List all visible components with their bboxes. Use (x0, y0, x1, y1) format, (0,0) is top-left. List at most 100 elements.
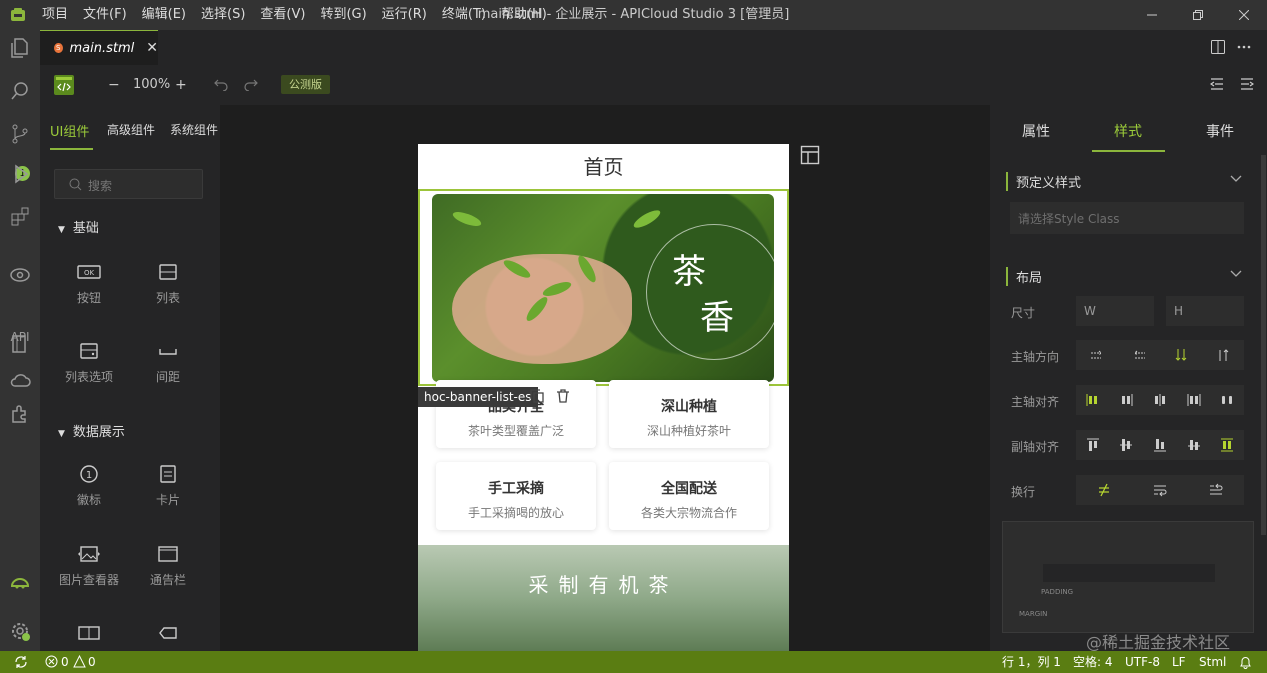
menu-item-view[interactable]: 查看(V) (260, 0, 305, 30)
align-end-icon[interactable] (1143, 430, 1177, 460)
chevron-down-icon[interactable] (1230, 173, 1242, 185)
indentation[interactable]: 空格: 4 (1073, 651, 1113, 673)
restore-button[interactable] (1175, 0, 1221, 30)
tab-advanced-components[interactable]: 高级组件 (107, 121, 155, 138)
menu-item-file[interactable]: 文件(F) (83, 0, 127, 30)
minimize-button[interactable] (1129, 0, 1175, 30)
align-stretch-icon[interactable] (1210, 430, 1244, 460)
component-spacing[interactable]: 间距 (133, 342, 203, 385)
apicloud-logo-icon (10, 7, 26, 23)
close-window-button[interactable] (1221, 0, 1267, 30)
chevron-down-icon[interactable] (1230, 268, 1242, 280)
tag-icon (156, 624, 180, 642)
justify-start-icon[interactable] (1076, 385, 1110, 415)
editor-tab-strip: S main.stml ✕ (40, 30, 1267, 65)
layout-toggle-icon[interactable] (800, 145, 820, 165)
menu-item-run[interactable]: 运行(R) (382, 0, 427, 30)
align-center-icon[interactable] (1110, 430, 1144, 460)
menu-item-edit[interactable]: 编辑(E) (142, 0, 186, 30)
main-align-buttons (1076, 385, 1244, 415)
delete-icon[interactable] (556, 389, 570, 403)
justify-center-icon[interactable] (1143, 385, 1177, 415)
undo-icon[interactable] (214, 77, 228, 91)
justify-between-icon[interactable] (1177, 385, 1211, 415)
feature-card[interactable]: 深山种植 深山种植好茶叶 (609, 380, 769, 448)
menu-item-goto[interactable]: 转到(G) (320, 0, 366, 30)
redo-icon[interactable] (244, 77, 258, 91)
direction-row-reverse-icon[interactable] (1118, 340, 1160, 370)
tab-close-icon[interactable]: ✕ (146, 40, 158, 56)
component-notice-bar[interactable]: 通告栏 (133, 545, 203, 588)
nowrap-icon[interactable] (1076, 475, 1132, 505)
height-input[interactable]: H (1166, 296, 1244, 326)
tab-main-stml[interactable]: S main.stml ✕ (40, 30, 158, 65)
align-left-panel-icon[interactable] (1210, 77, 1224, 91)
panel-scrollbar[interactable] (1261, 155, 1266, 535)
language-mode[interactable]: Stml (1199, 651, 1226, 673)
copy-icon[interactable] (530, 389, 544, 403)
more-actions-icon[interactable] (1235, 38, 1253, 56)
preview-eye-icon[interactable] (8, 263, 32, 287)
split-editor-icon[interactable] (1209, 38, 1227, 56)
direction-column-reverse-icon[interactable] (1202, 340, 1244, 370)
sync-icon[interactable] (14, 655, 28, 669)
run-debug-icon[interactable] (8, 162, 32, 186)
component-card[interactable]: 卡片 (133, 465, 203, 508)
search-icon[interactable] (8, 79, 32, 103)
feature-card[interactable]: 全国配送 各类大宗物流合作 (609, 462, 769, 530)
predefined-style-section[interactable]: 预定义样式 (1006, 172, 1081, 191)
error-count[interactable]: 0 (61, 651, 69, 673)
cursor-position[interactable]: 行 1，列 1 (1002, 651, 1061, 673)
wrap-icon[interactable] (1132, 475, 1188, 505)
justify-end-icon[interactable] (1110, 385, 1144, 415)
plugin-icon[interactable] (8, 402, 32, 426)
component-badge[interactable]: 1 徽标 (54, 465, 124, 508)
component-search-input[interactable]: 搜索 (54, 169, 203, 199)
extensions-icon[interactable] (8, 204, 32, 228)
component-more-1[interactable] (54, 624, 124, 642)
tab-ui-components[interactable]: UI组件 (50, 121, 89, 140)
component-button[interactable]: OK 按钮 (54, 263, 124, 306)
encoding[interactable]: UTF-8 (1125, 651, 1160, 673)
notification-bell-icon[interactable] (1239, 655, 1252, 669)
document-icon[interactable] (8, 332, 32, 356)
tab-system-components[interactable]: 系统组件 (170, 121, 218, 138)
settings-gear-icon[interactable] (8, 619, 32, 643)
component-list[interactable]: 列表 (133, 263, 203, 306)
width-input[interactable]: W (1076, 296, 1154, 326)
section-data-display[interactable]: ▼ 数据展示 (58, 421, 125, 440)
align-start-icon[interactable] (1076, 430, 1110, 460)
direction-column-icon[interactable] (1160, 340, 1202, 370)
code-view-icon[interactable] (54, 75, 74, 95)
menu-item-project[interactable]: 项目 (42, 0, 68, 30)
wrap-reverse-icon[interactable] (1188, 475, 1244, 505)
tab-styles[interactable]: 样式 (1114, 121, 1142, 141)
apicloud-cloud-icon[interactable] (8, 571, 32, 595)
direction-row-icon[interactable] (1076, 340, 1118, 370)
line-ending[interactable]: LF (1172, 651, 1186, 673)
component-more-2[interactable] (133, 624, 203, 642)
menu-item-selection[interactable]: 选择(S) (201, 0, 245, 30)
source-control-icon[interactable] (8, 122, 32, 146)
feature-card[interactable]: 手工采摘 手工采摘喝的放心 (436, 462, 596, 530)
zoom-in-button[interactable]: + (175, 75, 187, 95)
menu-item-help[interactable]: 帮助(H) (501, 0, 547, 30)
button-icon: OK (77, 263, 101, 281)
organic-tea-section[interactable]: 采制有机茶 (418, 545, 789, 651)
component-image-viewer[interactable]: 图片查看器 (54, 545, 124, 588)
box-model-editor[interactable]: PADDING MARGIN (1002, 521, 1254, 633)
zoom-out-button[interactable]: − (108, 75, 120, 95)
tab-properties[interactable]: 属性 (1022, 121, 1050, 141)
layout-section[interactable]: 布局 (1006, 267, 1042, 286)
align-baseline-icon[interactable] (1177, 430, 1211, 460)
warning-count[interactable]: 0 (88, 651, 96, 673)
align-right-panel-icon[interactable] (1240, 77, 1254, 91)
cloud-icon[interactable] (8, 368, 32, 392)
tab-events[interactable]: 事件 (1206, 121, 1234, 141)
style-class-select[interactable]: 请选择Style Class (1010, 202, 1244, 234)
component-list-item[interactable]: 列表选项 (54, 342, 124, 385)
menu-item-terminal[interactable]: 终端(T) (442, 0, 486, 30)
explorer-icon[interactable] (8, 36, 32, 60)
justify-around-icon[interactable] (1210, 385, 1244, 415)
section-basic[interactable]: ▼ 基础 (58, 217, 99, 236)
